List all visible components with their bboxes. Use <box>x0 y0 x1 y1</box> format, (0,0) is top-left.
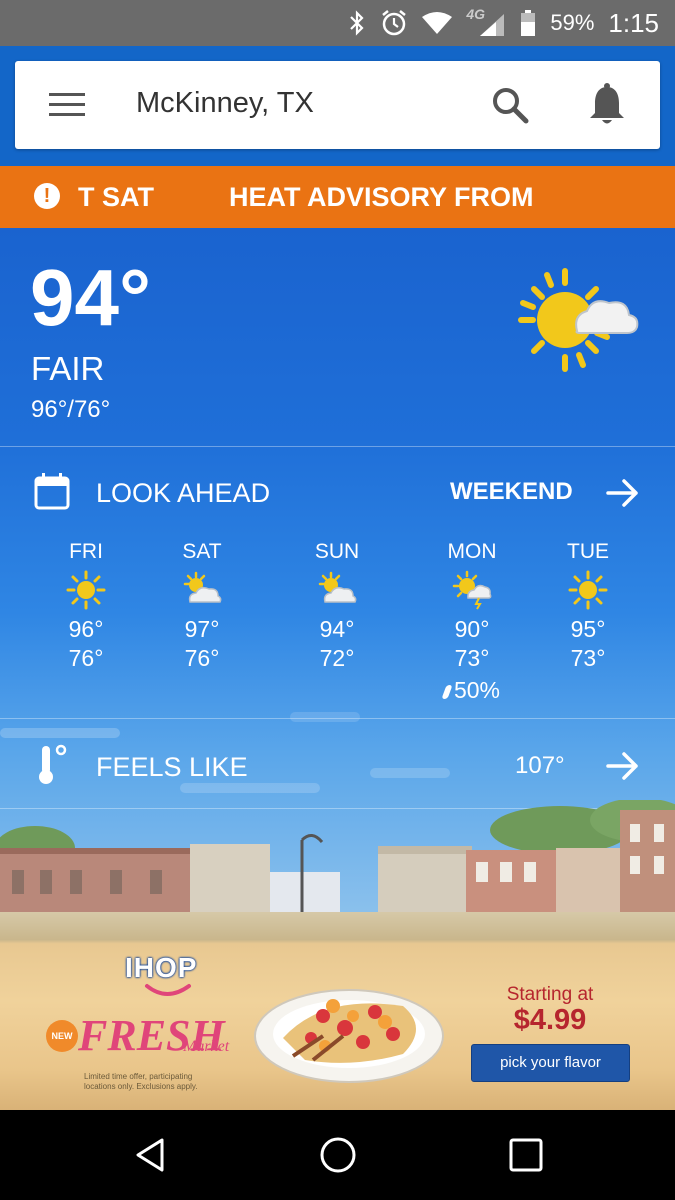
day-name: TUE <box>567 540 609 563</box>
search-icon[interactable] <box>490 85 530 125</box>
current-hi-lo: 96°/76° <box>31 396 111 423</box>
forecast-day[interactable]: FRI 96° 76° <box>31 540 141 672</box>
starting-at-text: Starting at <box>506 984 594 1005</box>
cloud-wisp <box>290 712 360 722</box>
current-temperature: 94° <box>30 253 151 342</box>
location-name[interactable]: McKinney, TX <box>136 87 314 120</box>
battery-icon <box>520 10 536 36</box>
day-low: 72° <box>319 645 355 671</box>
day-low: 73° <box>454 645 490 671</box>
day-low: 76° <box>68 645 104 671</box>
forecast-day[interactable]: TUE 95° 73° <box>533 540 643 672</box>
forecast-day[interactable]: MON 90° 73° 50% <box>417 540 527 708</box>
precip-value: 50% <box>453 677 501 703</box>
day-high: 95° <box>570 616 606 642</box>
day-high: 94° <box>319 616 355 642</box>
sun-cloud-storm-icon <box>452 570 492 610</box>
market-subheadline: Market <box>183 1038 230 1055</box>
mostly-sunny-icon <box>183 571 222 603</box>
cloud-wisp <box>180 783 320 793</box>
day-high: 96° <box>68 616 104 642</box>
partly-sunny-icon <box>515 265 640 375</box>
current-condition: FAIR <box>31 350 105 387</box>
precip-chance: 50% <box>417 672 527 708</box>
ihop-logo: IHOP <box>125 952 211 1000</box>
day-name: SUN <box>314 540 360 563</box>
calendar-icon <box>34 472 70 510</box>
day-high: 90° <box>454 616 490 642</box>
menu-icon[interactable] <box>49 89 85 121</box>
sunny-icon <box>568 570 608 610</box>
arrow-right-icon[interactable] <box>606 751 640 781</box>
arrow-right-icon[interactable] <box>606 478 640 508</box>
cloud-wisp <box>370 768 450 778</box>
alarm-icon <box>380 9 408 37</box>
day-high: 97° <box>184 616 220 642</box>
ihop-advertisement[interactable]: IHOP NEW FRESH Market Limited time offer… <box>0 912 675 1110</box>
back-icon[interactable] <box>130 1135 170 1175</box>
feels-like-value: 107° <box>515 752 565 779</box>
day-name: FRI <box>69 540 103 563</box>
status-bar: 4G 59% 1:15 <box>0 0 675 46</box>
forecast-day[interactable]: SUN 94° 72° <box>282 540 392 672</box>
clock: 1:15 <box>608 7 659 38</box>
alert-exclamation-icon: ! <box>34 183 60 209</box>
notification-bell-icon[interactable] <box>587 83 627 127</box>
recents-icon[interactable] <box>506 1135 546 1175</box>
location-bar: McKinney, TX <box>15 61 660 149</box>
thermometer-icon <box>36 744 70 786</box>
cloud-wisp <box>0 728 120 738</box>
forecast-day[interactable]: SAT 97° 76° <box>147 540 257 672</box>
crepe-plate-image <box>253 976 445 1086</box>
look-ahead-label: LOOK AHEAD <box>96 478 271 508</box>
android-nav-bar <box>0 1110 675 1200</box>
network-type: 4G <box>466 6 486 22</box>
day-name: MON <box>447 540 497 563</box>
town-skyline-illustration <box>0 798 675 920</box>
raindrop-icon <box>441 684 453 699</box>
weekend-link[interactable]: WEEKEND <box>450 478 573 506</box>
day-name: SAT <box>182 540 222 563</box>
mostly-sunny-icon <box>318 571 357 603</box>
sunny-icon <box>66 570 106 610</box>
divider <box>0 446 675 447</box>
ad-fineprint: Limited time offer, participating locati… <box>84 1072 198 1091</box>
home-icon[interactable] <box>318 1135 358 1175</box>
cell-signal-icon: 4G <box>466 6 506 36</box>
day-low: 73° <box>570 645 606 671</box>
battery-percent: 59% <box>550 10 595 35</box>
pick-flavor-button[interactable]: pick your flavor <box>471 1044 630 1082</box>
divider <box>0 718 675 719</box>
wifi-icon <box>422 11 453 35</box>
feels-like-label: FEELS LIKE <box>96 752 248 782</box>
ad-price: $4.99 <box>513 1004 587 1036</box>
day-low: 76° <box>184 645 220 671</box>
weather-alert-banner[interactable]: ! T SAT HEAT ADVISORY FROM <box>0 166 675 228</box>
alert-text: T SAT HEAT ADVISORY FROM <box>78 182 534 212</box>
bluetooth-icon <box>348 10 366 36</box>
